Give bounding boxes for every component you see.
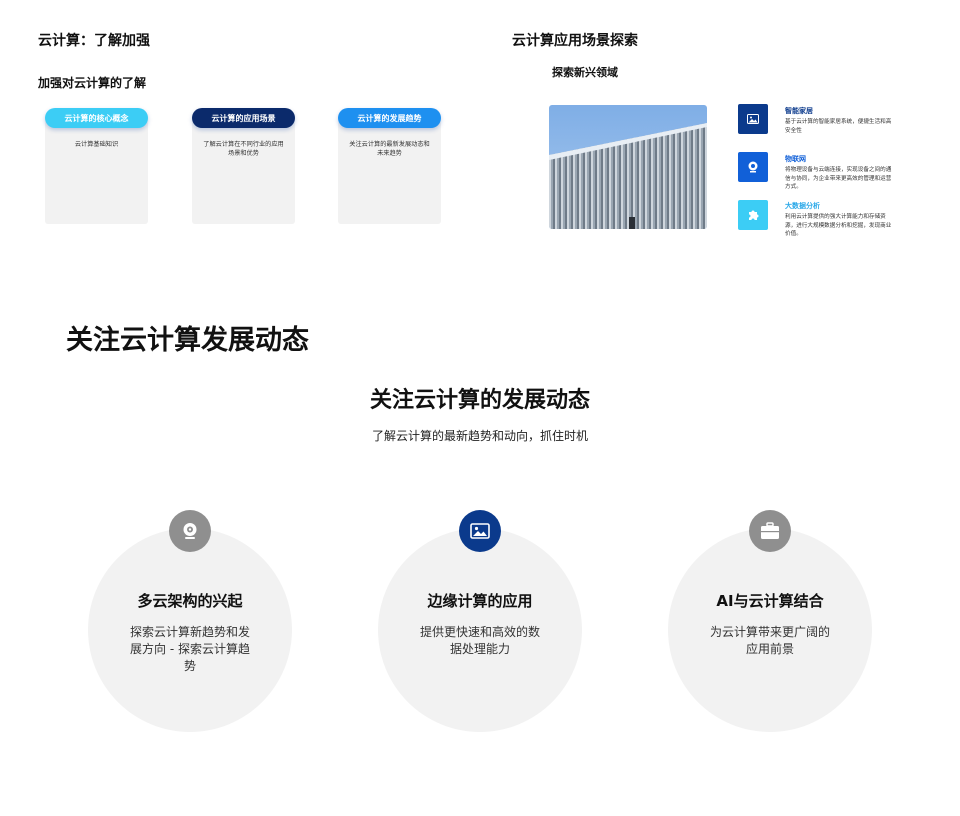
bottom-slide-title: 关注云计算发展动态 [66, 325, 309, 356]
webcam-icon [169, 510, 211, 552]
feature-iot-title: 物联网 [785, 155, 806, 163]
trend-ai-title: AI与云计算结合 [716, 592, 824, 610]
trend-multicloud-title: 多云架构的兴起 [137, 592, 243, 610]
feature-smart-home-title: 智能家居 [785, 107, 813, 115]
right-slide-subtitle: 探索新兴领域 [552, 66, 618, 79]
feature-big-data-desc: 利用云计算提供的强大计算能力和存储资源，进行大规模数据分析和挖掘，发现商业价值。 [785, 214, 892, 237]
bottom-slide-heading: 关注云计算的发展动态 [369, 388, 590, 413]
left-slide-subtitle: 加强对云计算的了解 [38, 76, 147, 90]
card-scenarios-label: 云计算的应用场景 [192, 108, 295, 128]
trend-edge-desc: 提供更快速和高效的数据处理能力 [420, 625, 541, 656]
card-scenarios-text: 了解云计算在不同行业的应用场景和优势 [203, 141, 284, 157]
bottom-slide-subheading: 了解云计算的最新趋势和动向，抓住时机 [371, 429, 588, 443]
trend-multicloud-desc: 探索云计算新趋势和发展方向 - 探索云计算趋势 [130, 625, 251, 673]
card-trends-label: 云计算的发展趋势 [338, 108, 441, 128]
right-slide-title: 云计算应用场景探索 [512, 33, 638, 49]
image-icon [738, 104, 768, 134]
card-trends-text: 关注云计算的最新发展动态和未来趋势 [349, 141, 430, 157]
building-photo [549, 105, 707, 229]
image-icon [459, 510, 501, 552]
feature-iot-desc: 将物理设备与云端连接，实现设备之间的通信与协同，为企业带来更高效的管理和运营方式… [785, 167, 892, 190]
card-core-concept [45, 120, 148, 224]
puzzle-icon [738, 200, 768, 230]
card-trends [338, 120, 441, 224]
feature-smart-home-desc: 基于云计算的智能家居系统，便捷生活和高安全性 [785, 119, 892, 134]
left-slide-title: 云计算：了解加强 [38, 33, 150, 49]
webcam-icon [738, 152, 768, 182]
card-core-concept-text: 云计算基础知识 [74, 141, 119, 148]
trend-ai-desc: 为云计算带来更广阔的应用前景 [710, 625, 831, 656]
feature-big-data-title: 大数据分析 [785, 202, 820, 210]
card-scenarios [192, 120, 295, 224]
card-core-concept-label: 云计算的核心概念 [45, 108, 148, 128]
briefcase-icon [749, 510, 791, 552]
trend-edge-title: 边缘计算的应用 [427, 592, 533, 610]
